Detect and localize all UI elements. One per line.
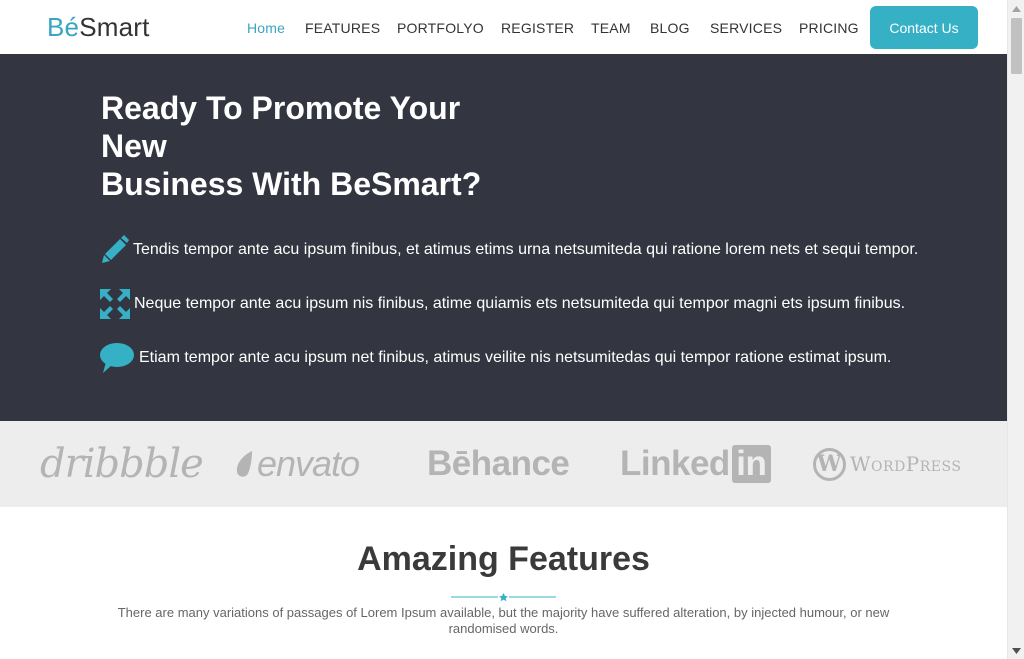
nav-home[interactable]: Home <box>247 20 285 36</box>
scroll-up-arrow-icon[interactable] <box>1008 0 1024 17</box>
nav-blog[interactable]: BLOG <box>650 20 690 36</box>
vertical-scrollbar[interactable] <box>1007 0 1024 659</box>
site-header: BéSmart Home FEATURES PORTFOLYO REGISTER… <box>0 0 1007 54</box>
hero-title: Ready To Promote Your New Business With … <box>101 89 531 203</box>
site-logo[interactable]: BéSmart <box>47 12 150 43</box>
wordpress-logo: W WordPress <box>813 443 961 485</box>
hero-feature-item: Etiam tempor ante acu ipsum net finibus,… <box>100 343 891 373</box>
contact-us-button[interactable]: Contact Us <box>870 6 978 49</box>
envato-leaf-icon <box>236 451 252 477</box>
nav-features[interactable]: FEATURES <box>305 20 380 36</box>
behance-logo: Bēhance <box>427 444 570 483</box>
hero-feature-item: Tendis tempor ante acu ipsum finibus, et… <box>100 235 918 265</box>
linkedin-logo: Linked in <box>620 443 771 485</box>
wordpress-mark-icon: W <box>813 447 846 481</box>
hero-title-line: Ready To Promote Your <box>101 90 461 126</box>
dribbble-logo: dribbble <box>40 441 204 487</box>
nav-portfolyo[interactable]: PORTFOLYO <box>397 20 484 36</box>
hero-title-line: Business With BeSmart? <box>101 166 482 202</box>
features-section: Amazing Features There are many variatio… <box>0 507 1007 659</box>
hero-section: Ready To Promote Your New Business With … <box>0 54 1007 421</box>
linkedin-in-box: in <box>731 444 771 483</box>
envato-text: envato <box>257 443 360 484</box>
scrollbar-thumb[interactable] <box>1011 18 1022 74</box>
scroll-down-arrow-icon[interactable] <box>1008 642 1024 659</box>
nav-pricing[interactable]: PRICING <box>799 20 859 36</box>
hero-feature-text: Neque tempor ante acu ipsum nis finibus,… <box>134 295 906 312</box>
title-divider <box>451 590 556 602</box>
hero-title-line: New <box>101 128 167 164</box>
envato-logo: envato <box>234 443 360 485</box>
features-description: There are many variations of passages of… <box>117 605 890 636</box>
pencil-icon <box>100 235 129 265</box>
features-title: Amazing Features <box>357 540 650 578</box>
nav-services[interactable]: SERVICES <box>710 20 782 36</box>
page: BéSmart Home FEATURES PORTFOLYO REGISTER… <box>0 0 1007 659</box>
hero-feature-text: Tendis tempor ante acu ipsum finibus, et… <box>133 241 919 258</box>
brand-logos-strip: dribbble envato Bēhance Linked in W WordP… <box>0 421 1007 507</box>
wordpress-text: WordPress <box>850 452 962 476</box>
expand-arrows-icon <box>100 289 130 319</box>
hero-feature-text: Etiam tempor ante acu ipsum net finibus,… <box>139 349 892 366</box>
hero-feature-item: Neque tempor ante acu ipsum nis finibus,… <box>100 289 905 319</box>
linkedin-text: Linked <box>620 444 730 483</box>
logo-accent: Bé <box>47 12 80 42</box>
logo-text: Smart <box>79 12 150 42</box>
speech-bubble-icon <box>100 343 134 373</box>
nav-team[interactable]: TEAM <box>591 20 631 36</box>
nav-register[interactable]: REGISTER <box>501 20 574 36</box>
